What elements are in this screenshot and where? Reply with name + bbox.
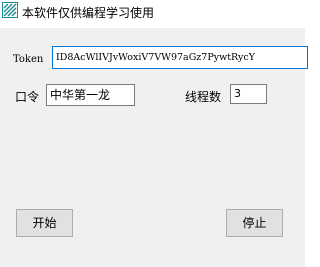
window-title: 本软件仅供编程学习使用 [22, 6, 155, 20]
stop-button[interactable]: 停止 [226, 209, 283, 237]
client-area: Token ID8AcWlIVJvWoxiV7VW97aGz7PywtRycY … [0, 28, 308, 267]
token-label: Token [13, 54, 44, 65]
start-button[interactable]: 开始 [16, 209, 73, 237]
password-label: 口令 [15, 90, 40, 104]
password-input[interactable]: 中华第一龙 [46, 84, 135, 106]
threads-label: 线程数 [185, 90, 222, 104]
app-window: 本软件仅供编程学习使用 Token ID8AcWlIVJvWoxiV7VW97a… [0, 0, 308, 267]
title-bar[interactable]: 本软件仅供编程学习使用 [0, 0, 305, 26]
threads-input[interactable]: 3 [230, 84, 267, 104]
app-logo-icon [2, 2, 18, 18]
token-input[interactable]: ID8AcWlIVJvWoxiV7VW97aGz7PywtRycY [52, 46, 308, 69]
